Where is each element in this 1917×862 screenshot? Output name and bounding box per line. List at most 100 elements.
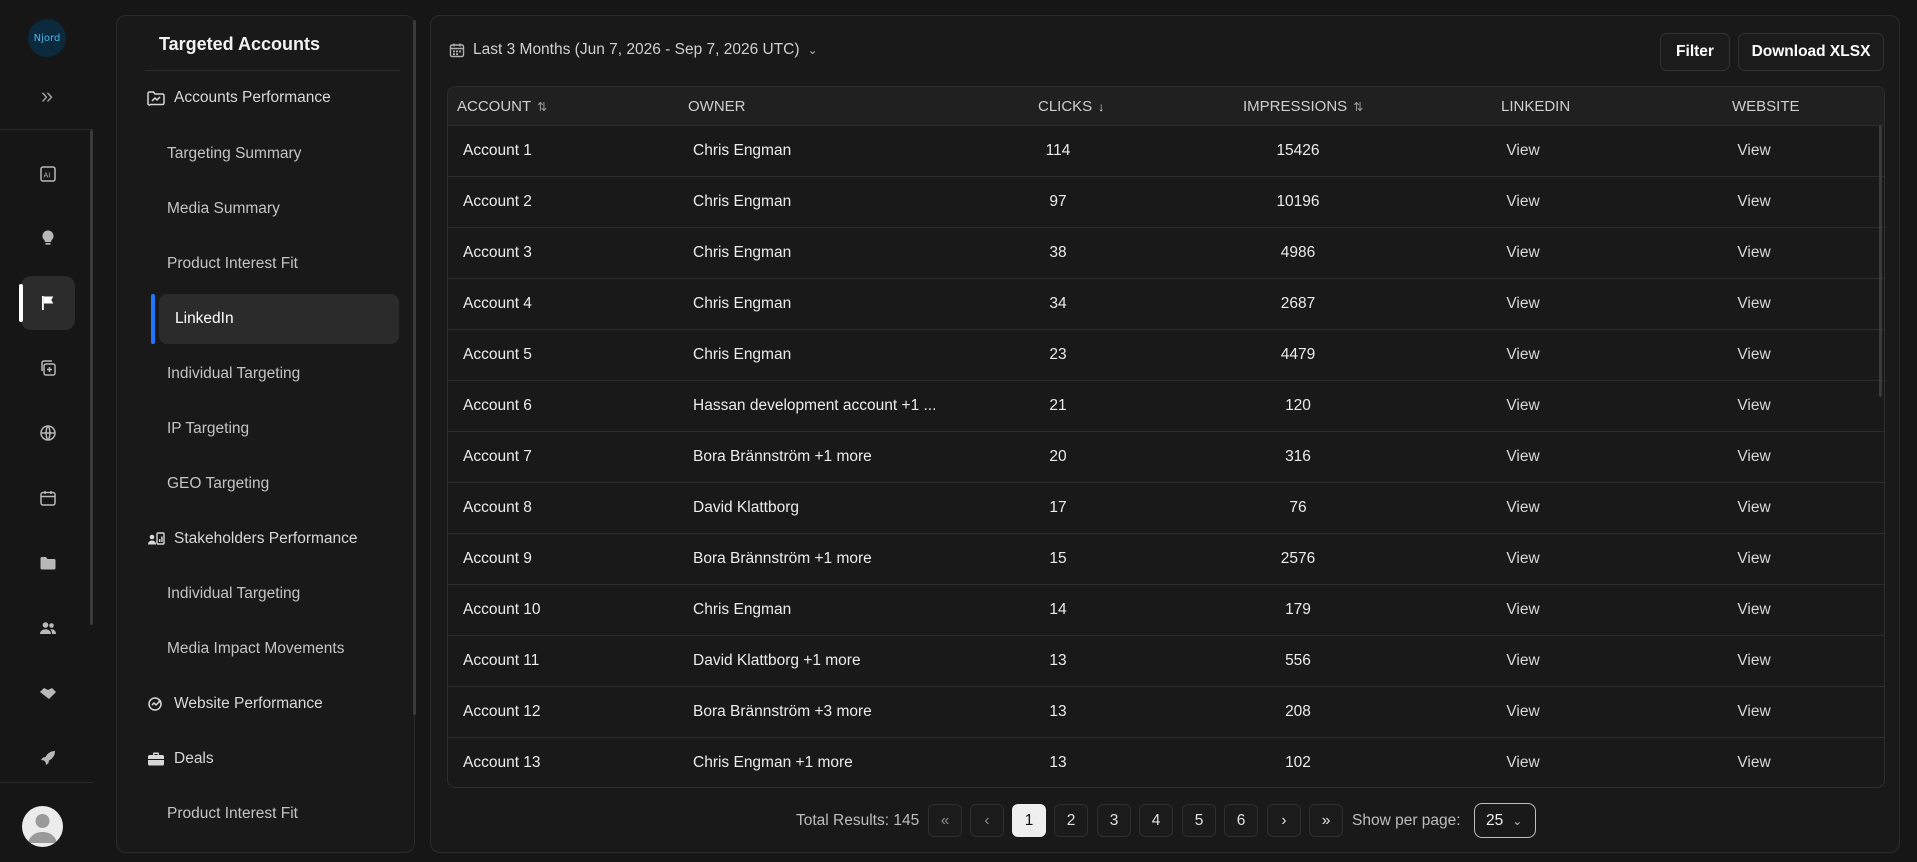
sort-toggle-icon[interactable]: ⇅ — [1353, 100, 1363, 114]
page-button-5[interactable]: 5 — [1182, 804, 1216, 837]
page-button-2[interactable]: 2 — [1054, 804, 1088, 837]
folder-icon[interactable] — [21, 536, 75, 590]
page-button-6[interactable]: 6 — [1224, 804, 1258, 837]
column-header-impressions[interactable]: IMPRESSIONS ⇅ — [1243, 98, 1363, 115]
website-view-link[interactable]: View — [1714, 652, 1794, 670]
linkedin-view-link[interactable]: View — [1483, 295, 1563, 313]
rail-scrollbar[interactable] — [90, 130, 93, 625]
linkedin-view-link[interactable]: View — [1483, 346, 1563, 364]
website-view-link[interactable]: View — [1714, 244, 1794, 262]
sort-toggle-icon[interactable]: ⇅ — [537, 100, 547, 114]
per-page-select[interactable]: 25 ⌄ — [1474, 803, 1536, 838]
app-logo[interactable]: Njord — [28, 19, 66, 57]
linkedin-view-link[interactable]: View — [1483, 397, 1563, 415]
nav-item-ip-targeting[interactable]: IP Targeting — [131, 404, 399, 454]
column-header-account[interactable]: ACCOUNT ⇅ — [457, 98, 547, 115]
previous-page-button[interactable]: ‹ — [970, 804, 1004, 837]
website-view-link[interactable]: View — [1714, 193, 1794, 211]
rail-divider — [0, 129, 93, 130]
website-performance-icon — [147, 696, 165, 712]
website-view-link[interactable]: View — [1714, 754, 1794, 772]
nav-section-accounts-performance[interactable]: Accounts Performance — [131, 73, 399, 123]
date-range-label: Last 3 Months (Jun 7, 2026 - Sep 7, 2026… — [473, 41, 800, 58]
owner-cell: Bora Brännström +1 more — [693, 448, 872, 465]
linkedin-view-link[interactable]: View — [1483, 193, 1563, 211]
impressions-cell: 4986 — [1280, 244, 1316, 261]
flag-icon[interactable] — [19, 276, 75, 330]
calendar-icon[interactable] — [21, 471, 75, 525]
nav-item-media-impact-movements[interactable]: Media Impact Movements — [131, 624, 399, 674]
nav-section-stakeholders-performance[interactable]: Stakeholders Performance — [131, 514, 399, 564]
nav-section-website-performance[interactable]: Website Performance — [131, 679, 399, 729]
nav-item-geo-targeting[interactable]: GEO Targeting — [131, 459, 399, 509]
linkedin-view-link[interactable]: View — [1483, 550, 1563, 568]
table-header: ACCOUNT ⇅ OWNER CLICKS ↓ IMPRESSIONS ⇅ LINK… — [448, 87, 1884, 125]
table-scrollbar[interactable] — [1879, 125, 1882, 397]
handshake-icon[interactable] — [21, 666, 75, 720]
folder-chart-icon — [147, 90, 165, 106]
linkedin-view-link[interactable]: View — [1483, 652, 1563, 670]
linkedin-view-link[interactable]: View — [1483, 244, 1563, 262]
add-copy-icon[interactable] — [21, 341, 75, 395]
nav-item-product-interest-fit[interactable]: Product Interest Fit — [131, 239, 399, 289]
linkedin-view-link[interactable]: View — [1483, 142, 1563, 160]
column-header-clicks[interactable]: CLICKS ↓ — [1038, 98, 1104, 115]
double-chevron-left-icon: « — [940, 811, 950, 829]
lightbulb-icon[interactable] — [21, 211, 75, 265]
linkedin-view-link[interactable]: View — [1483, 601, 1563, 619]
page-button-4[interactable]: 4 — [1139, 804, 1173, 837]
website-view-link[interactable]: View — [1714, 550, 1794, 568]
sort-descending-icon[interactable]: ↓ — [1098, 100, 1104, 114]
owner-cell: Chris Engman — [693, 193, 792, 210]
table-row: Account 6 Hassan development account +1 .… — [448, 380, 1884, 431]
page-button-3[interactable]: 3 — [1097, 804, 1131, 837]
nav-item-individual-targeting[interactable]: Individual Targeting — [131, 349, 399, 399]
date-range-selector[interactable]: Last 3 Months (Jun 7, 2026 - Sep 7, 2026… — [449, 41, 818, 59]
nav-item-product-interest-fit-deals[interactable]: Product Interest Fit — [131, 789, 399, 839]
first-page-button[interactable]: « — [928, 804, 962, 837]
next-page-button[interactable]: › — [1267, 804, 1301, 837]
download-xlsx-button[interactable]: Download XLSX — [1738, 33, 1884, 71]
clicks-cell: 23 — [1049, 346, 1067, 363]
clicks-cell: 15 — [1049, 550, 1067, 567]
last-page-button[interactable]: » — [1309, 804, 1343, 837]
nav-section-label: Deals — [174, 750, 214, 767]
website-view-link[interactable]: View — [1714, 346, 1794, 364]
chevron-down-icon: ⌄ — [1512, 813, 1523, 828]
website-view-link[interactable]: View — [1714, 703, 1794, 721]
column-header-label: IMPRESSIONS — [1243, 98, 1348, 115]
nav-scrollbar[interactable] — [413, 20, 416, 715]
nav-item-individual-targeting-stakeholders[interactable]: Individual Targeting — [131, 569, 399, 619]
website-view-link[interactable]: View — [1714, 601, 1794, 619]
nav-section-deals[interactable]: Deals — [131, 734, 399, 784]
linkedin-view-link[interactable]: View — [1483, 499, 1563, 517]
nav-item-targeting-summary[interactable]: Targeting Summary — [131, 129, 399, 179]
impressions-cell: 102 — [1285, 754, 1311, 771]
table-row: Account 11 David Klattborg +1 more 13 556 Vi… — [448, 635, 1884, 686]
svg-text:AI: AI — [44, 172, 51, 180]
linkedin-view-link[interactable]: View — [1483, 448, 1563, 466]
nav-item-media-summary[interactable]: Media Summary — [131, 184, 399, 234]
filter-button[interactable]: Filter — [1660, 33, 1730, 71]
owner-cell: Chris Engman — [693, 346, 792, 363]
expand-sidebar-icon[interactable]: » — [33, 85, 61, 109]
website-view-link[interactable]: View — [1714, 397, 1794, 415]
rocket-icon[interactable] — [21, 731, 75, 785]
linkedin-view-link[interactable]: View — [1483, 703, 1563, 721]
website-view-link[interactable]: View — [1714, 448, 1794, 466]
website-view-link[interactable]: View — [1714, 499, 1794, 517]
website-view-link[interactable]: View — [1714, 142, 1794, 160]
website-view-link[interactable]: View — [1714, 295, 1794, 313]
nav-item-linkedin[interactable]: LinkedIn — [159, 294, 399, 344]
clicks-cell: 17 — [1049, 499, 1067, 516]
people-icon[interactable] — [21, 601, 75, 655]
chevron-left-icon: ‹ — [984, 811, 990, 829]
globe-icon[interactable] — [21, 406, 75, 460]
column-header-label: WEBSITE — [1732, 98, 1800, 115]
page-button-1[interactable]: 1 — [1012, 804, 1046, 837]
total-results: Total Results: 145 — [796, 812, 920, 829]
ai-report-icon[interactable]: AI — [21, 147, 75, 201]
column-header-linkedin: LINKEDIN — [1501, 98, 1570, 115]
user-avatar[interactable] — [22, 806, 63, 847]
linkedin-view-link[interactable]: View — [1483, 754, 1563, 772]
